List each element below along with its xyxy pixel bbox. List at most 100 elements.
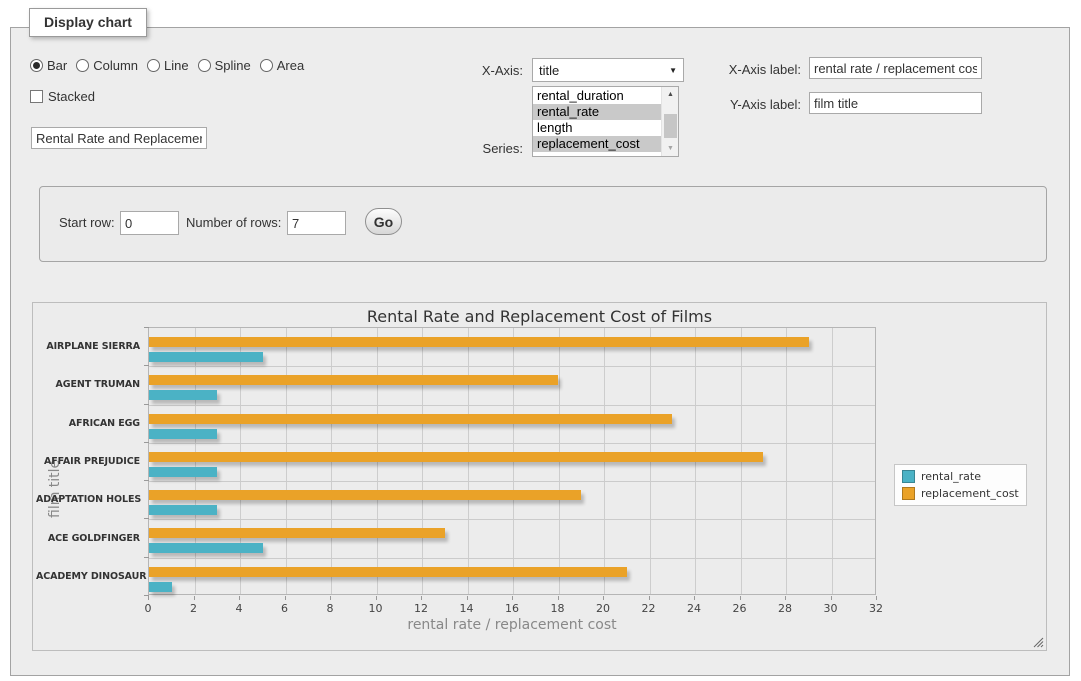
x-tick-label: 28 (770, 602, 800, 615)
bar-rental_rate-african-egg (149, 429, 217, 439)
y-tick-label: AFFAIR PREJUDICE (36, 456, 140, 467)
legend-label: replacement_cost (921, 487, 1019, 500)
series-listbox[interactable]: rental_durationrental_ratelengthreplacem… (532, 86, 679, 157)
display-chart-fieldset: Display chart BarColumnLineSplineArea St… (10, 27, 1070, 676)
radio-option-area[interactable]: Area (260, 58, 304, 73)
x-tick (330, 596, 331, 600)
x-tick-label: 6 (270, 602, 300, 615)
chart-legend: rental_rate replacement_cost (894, 464, 1027, 506)
bar-rental_rate-airplane-sierra (149, 352, 263, 362)
gridline-v (786, 328, 787, 594)
bar-rental_rate-academy-dinosaur (149, 582, 172, 592)
series-scrollbar[interactable]: ▲ ▼ (661, 87, 678, 156)
radio-option-label: Bar (47, 58, 67, 73)
radio-icon (260, 59, 273, 72)
x-axis-select[interactable]: title ▼ (532, 58, 684, 82)
bar-replacement_cost-ace-goldfinger (149, 528, 445, 538)
x-tick (558, 596, 559, 600)
series-label: Series: (451, 141, 523, 156)
gridline-h (149, 558, 875, 559)
series-option-replacement_cost[interactable]: replacement_cost (533, 136, 661, 152)
x-tick-label: 10 (361, 602, 391, 615)
fieldset-legend: Display chart (29, 8, 147, 37)
series-option-length[interactable]: length (533, 120, 661, 136)
x-tick (194, 596, 195, 600)
legend-swatch (902, 470, 915, 483)
radio-option-line[interactable]: Line (147, 58, 189, 73)
x-tick-label: 24 (679, 602, 709, 615)
y-tick-label: AGENT TRUMAN (36, 379, 140, 390)
x-tick-label: 8 (315, 602, 345, 615)
bar-rental_rate-agent-truman (149, 390, 217, 400)
bar-replacement_cost-academy-dinosaur (149, 567, 627, 577)
x-tick (512, 596, 513, 600)
radio-option-column[interactable]: Column (76, 58, 138, 73)
resize-handle-icon[interactable] (1033, 637, 1044, 648)
x-tick-label: 30 (816, 602, 846, 615)
y-tick-label: AIRPLANE SIERRA (36, 341, 140, 352)
y-tick-label: ACE GOLDFINGER (36, 533, 140, 544)
scrollbar-thumb[interactable] (664, 114, 677, 138)
stacked-checkbox[interactable] (30, 90, 43, 103)
num-rows-input[interactable] (287, 211, 346, 235)
radio-icon (147, 59, 160, 72)
x-axis-label-input[interactable] (809, 57, 982, 79)
y-tick (144, 365, 149, 366)
radio-option-spline[interactable]: Spline (198, 58, 251, 73)
scroll-down-icon[interactable]: ▼ (662, 141, 679, 156)
radio-icon (76, 59, 89, 72)
y-tick (144, 518, 149, 519)
bar-replacement_cost-airplane-sierra (149, 337, 809, 347)
start-row-input[interactable] (120, 211, 179, 235)
x-axis-selected-value: title (539, 63, 559, 78)
chevron-down-icon: ▼ (669, 66, 677, 75)
legend-item-rental_rate: rental_rate (902, 470, 1019, 483)
chart-title-input[interactable] (31, 127, 207, 149)
go-button[interactable]: Go (365, 208, 402, 235)
x-tick (376, 596, 377, 600)
legend-swatch (902, 487, 915, 500)
series-option-rental_rate[interactable]: rental_rate (533, 104, 661, 120)
chart-type-group: Bar Column Line Spline Area (30, 58, 304, 73)
x-tick-label: 32 (861, 602, 891, 615)
x-tick (785, 596, 786, 600)
stacked-label: Stacked (48, 89, 95, 104)
x-tick (876, 596, 877, 600)
gridline-h (149, 405, 875, 406)
radio-icon (30, 59, 43, 72)
y-tick (144, 442, 149, 443)
series-option-rental_duration[interactable]: rental_duration (533, 88, 661, 104)
radio-icon (198, 59, 211, 72)
legend-label: rental_rate (921, 470, 981, 483)
plot-area (148, 327, 876, 595)
x-tick (694, 596, 695, 600)
stacked-checkbox-row[interactable]: Stacked (30, 89, 95, 104)
y-tick (144, 480, 149, 481)
num-rows-label: Number of rows: (186, 215, 281, 230)
x-tick (148, 596, 149, 600)
x-tick-label: 22 (634, 602, 664, 615)
x-tick-label: 16 (497, 602, 527, 615)
x-tick-label: 18 (543, 602, 573, 615)
query-panel: Start row: Number of rows: Go (39, 186, 1047, 262)
x-tick-label: 20 (588, 602, 618, 615)
gridline-v (832, 328, 833, 594)
x-tick (467, 596, 468, 600)
bar-replacement_cost-agent-truman (149, 375, 558, 385)
x-axis-title: rental rate / replacement cost (148, 617, 876, 633)
radio-option-bar[interactable]: Bar (30, 58, 67, 73)
radio-option-label: Spline (215, 58, 251, 73)
radio-option-label: Area (277, 58, 304, 73)
x-tick (649, 596, 650, 600)
x-tick (239, 596, 240, 600)
y-tick-label: ACADEMY DINOSAUR (36, 571, 140, 582)
scroll-up-icon[interactable]: ▲ (662, 87, 679, 102)
x-tick-label: 12 (406, 602, 436, 615)
x-tick-label: 0 (133, 602, 163, 615)
radio-option-label: Line (164, 58, 189, 73)
y-axis-label-input[interactable] (809, 92, 982, 114)
y-axis-title: film title (47, 460, 63, 518)
chart-title: Rental Rate and Replacement Cost of Film… (33, 307, 1046, 326)
chart: Rental Rate and Replacement Cost of Film… (32, 302, 1047, 651)
legend-item-replacement_cost: replacement_cost (902, 487, 1019, 500)
